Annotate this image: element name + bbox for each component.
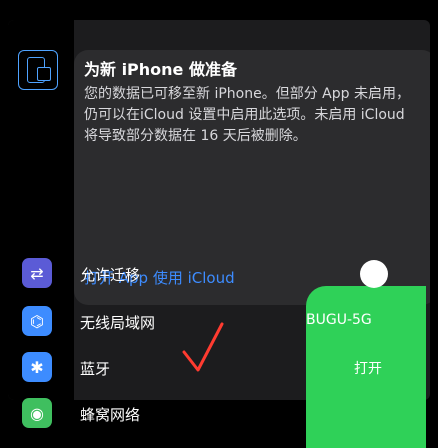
cellular-icon: ◉ <box>22 398 52 428</box>
row-transfer-label: 允许迁移 <box>80 266 141 284</box>
iphone-transfer-icon <box>18 50 58 90</box>
bluetooth-icon: ✱ <box>22 352 52 382</box>
row-wifi-label: 无线局域网 <box>80 314 156 332</box>
page-title: 为新 iPhone 做准备 <box>84 60 237 79</box>
toggle-knob <box>360 260 388 288</box>
checkmark-icon <box>182 322 224 372</box>
transfer-toggle[interactable] <box>334 258 394 290</box>
wifi-icon: ⌬ <box>22 306 52 336</box>
row-cellular-label: 蜂窝网络 <box>80 406 141 424</box>
row-bluetooth-label: 蓝牙 <box>80 360 111 378</box>
description-text: 您的数据已可移至新 iPhone。但部分 App 未启用，仍可以在iCloud … <box>84 86 410 144</box>
row-cellular[interactable]: ◉ 蜂窝网络 <box>20 398 430 434</box>
row-transfer[interactable]: ⇄ 允许迁移 <box>20 258 430 294</box>
row-wifi-value: BUGU-5G <box>306 312 372 328</box>
row-bluetooth-value: 打开 <box>354 361 382 377</box>
transfer-icon: ⇄ <box>22 258 52 288</box>
